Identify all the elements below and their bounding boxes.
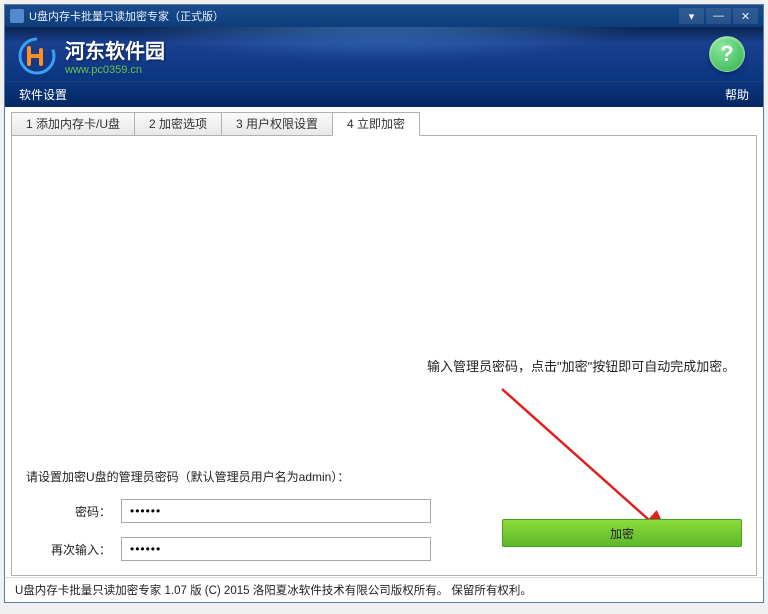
dropdown-button[interactable]: ▾ — [679, 8, 704, 24]
logo-title: 河东软件园 — [65, 35, 165, 64]
content-area: 1 添加内存卡/U盘 2 加密选项 3 用户权限设置 4 立即加密 输入管理员密… — [5, 107, 763, 577]
menu-settings[interactable]: 软件设置 — [19, 86, 67, 103]
tab-add-device[interactable]: 1 添加内存卡/U盘 — [11, 112, 135, 136]
menu-help[interactable]: 帮助 — [725, 86, 749, 103]
app-window: U盘内存卡批量只读加密专家（正式版） ▾ — ✕ 河东软件园 www.pc035… — [4, 4, 764, 603]
titlebar: U盘内存卡批量只读加密专家（正式版） ▾ — ✕ — [5, 5, 763, 27]
tab-panel: 输入管理员密码，点击"加密"按钮即可自动完成加密。 请设置加密U盘的管理员密码（… — [11, 135, 757, 576]
close-button[interactable]: ✕ — [733, 8, 758, 24]
form-area: 请设置加密U盘的管理员密码（默认管理员用户名为admin）： 密码： 再次输入：… — [26, 468, 742, 561]
logo-icon — [17, 36, 57, 76]
confirm-label: 再次输入： — [26, 541, 121, 558]
logo-area: 河东软件园 www.pc0359.cn — [17, 35, 165, 76]
titlebar-text: U盘内存卡批量只读加密专家（正式版） — [29, 8, 679, 24]
header-banner: 河东软件园 www.pc0359.cn ? — [5, 27, 763, 81]
tabs: 1 添加内存卡/U盘 2 加密选项 3 用户权限设置 4 立即加密 — [11, 112, 757, 136]
menubar: 软件设置 帮助 — [5, 81, 763, 107]
minimize-button[interactable]: — — [706, 8, 731, 24]
confirm-input[interactable] — [121, 537, 431, 561]
logo-url: www.pc0359.cn — [65, 64, 165, 76]
statusbar-text: U盘内存卡批量只读加密专家 1.07 版 (C) 2015 洛阳夏冰软件技术有限… — [15, 582, 532, 598]
password-input[interactable] — [121, 499, 431, 523]
app-icon — [10, 9, 24, 23]
statusbar: U盘内存卡批量只读加密专家 1.07 版 (C) 2015 洛阳夏冰软件技术有限… — [5, 577, 763, 602]
tab-encrypt-now[interactable]: 4 立即加密 — [332, 112, 420, 136]
tab-encrypt-options[interactable]: 2 加密选项 — [134, 112, 222, 136]
annotation-text: 输入管理员密码，点击"加密"按钮即可自动完成加密。 — [427, 356, 735, 375]
encrypt-button[interactable]: 加密 — [502, 519, 742, 547]
form-title: 请设置加密U盘的管理员密码（默认管理员用户名为admin）： — [26, 468, 742, 485]
password-label: 密码： — [26, 503, 121, 520]
help-icon[interactable]: ? — [709, 36, 745, 72]
tab-user-permissions[interactable]: 3 用户权限设置 — [221, 112, 333, 136]
